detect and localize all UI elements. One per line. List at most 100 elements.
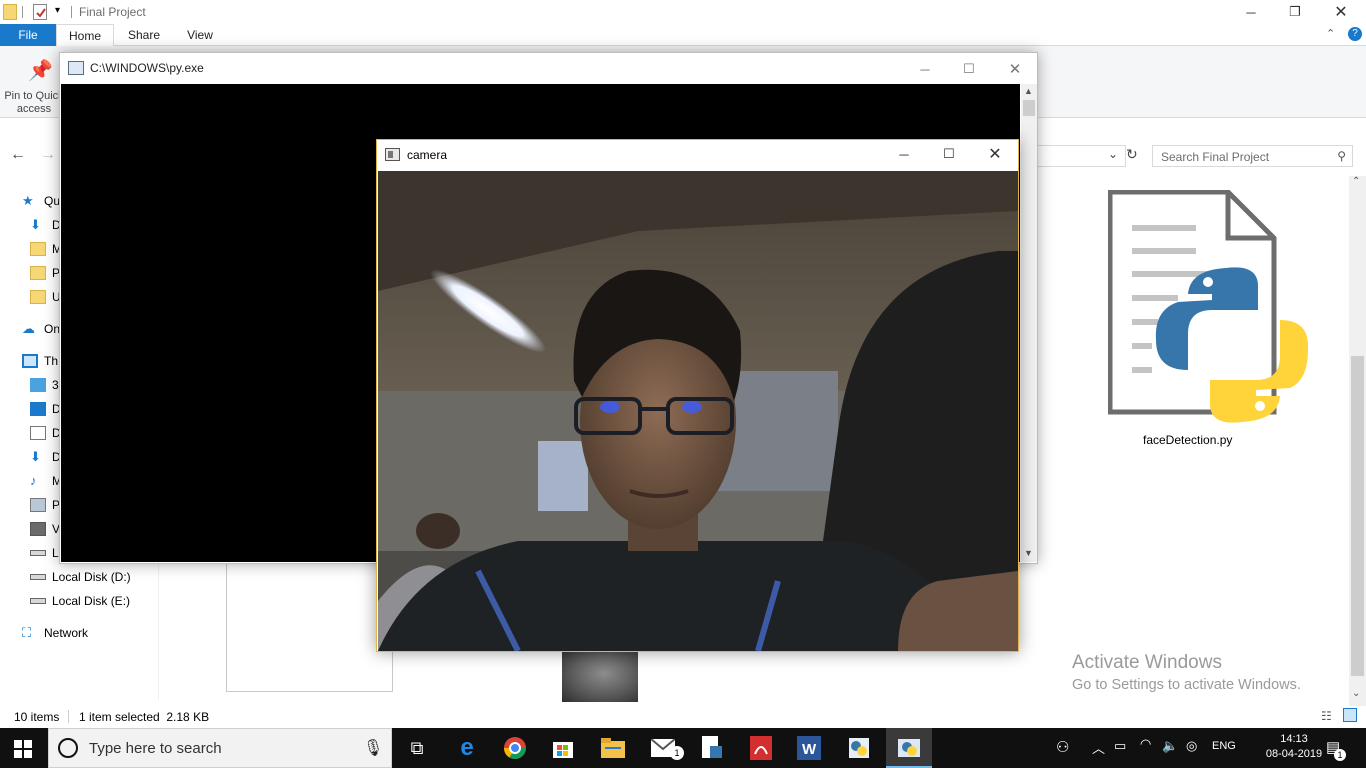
refresh-icon[interactable]: ↻ [1126,146,1138,163]
store-icon[interactable] [546,732,580,764]
qat-dropdown-icon[interactable]: ▾ [55,5,60,16]
folder-icon [3,4,17,20]
python-file-icon[interactable] [1107,189,1309,425]
nav-item-9[interactable]: D [30,422,61,444]
task-view-icon[interactable]: ⧉ [400,732,434,764]
edge-icon[interactable]: e [450,732,484,764]
forward-arrow-icon[interactable]: → [40,146,56,164]
camera-feed [378,171,1018,651]
window-title: Final Project [79,5,146,19]
nav-item-6[interactable]: Th [22,350,58,372]
camera-maximize-button[interactable]: ☐ [926,142,972,166]
chrome-icon[interactable] [498,732,532,764]
nav-item-13[interactable]: V [30,518,60,540]
nav-item-8[interactable]: D [30,398,61,420]
nav-item-label: Local Disk (E:) [52,594,131,608]
face-thumbnail[interactable] [562,650,638,702]
console-app-icon [68,61,84,75]
console-close-button[interactable]: ✕ [992,57,1038,81]
nav-item-label: Qu [44,194,61,208]
mail-icon[interactable]: 1 [646,732,684,764]
console-scroll-up-icon[interactable]: ▲ [1024,86,1033,96]
clock-date: 08-04-2019 [1265,748,1323,760]
image-thumbnail[interactable] [226,563,393,692]
clock[interactable]: 14:13 08-04-2019 [1264,732,1324,762]
people-icon[interactable]: ⚇ [1056,738,1069,756]
large-icons-view-icon[interactable] [1343,708,1357,722]
desktop-icon [30,402,46,416]
nav-item-12[interactable]: P [30,494,60,516]
back-arrow-icon[interactable]: ← [10,146,26,164]
input-language[interactable]: ENG [1212,740,1236,752]
taskbar-search-placeholder: Type here to search [89,740,222,757]
camera-close-button[interactable]: ✕ [972,142,1018,166]
camera-window[interactable]: camera ─ ☐ ✕ [376,139,1019,652]
notification-badge: 1 [1334,749,1346,761]
taskbar-search-box[interactable]: Type here to search 🎙 [48,728,392,768]
wifi-icon[interactable]: ◠ [1140,736,1151,752]
battery-icon[interactable]: ▭ [1114,738,1126,754]
onedrive-icon: ☁ [22,321,35,336]
tab-share[interactable]: Share [116,24,172,46]
microphone-icon[interactable]: 🎙 [363,738,383,758]
python-console-taskbar-button[interactable] [886,728,932,768]
drive-icon [30,598,46,604]
close-button[interactable]: ✕ [1318,0,1364,24]
scroll-down-icon[interactable]: ⌄ [1352,688,1360,699]
camera-app-icon [385,148,400,161]
nav-item-10[interactable]: ⬇ D [30,446,61,468]
nav-item-0[interactable]: ★ Qu [22,190,60,212]
console-scrollbar[interactable]: ▲ ▼ [1021,84,1037,562]
word-icon[interactable]: W [792,732,826,764]
tab-file[interactable]: File [0,24,56,46]
download-icon: ⬇ [30,217,41,232]
search-input[interactable]: Search Final Project ⚲ [1152,145,1353,167]
pin-icon[interactable]: 📌 [28,58,53,83]
collapse-ribbon-icon[interactable]: ⌃ [1326,27,1335,40]
console-scroll-down-icon[interactable]: ▼ [1024,548,1033,558]
nav-item-15[interactable]: Local Disk (D:) [30,566,131,588]
file-explorer-taskbar-icon[interactable] [596,732,630,764]
python-idle-icon[interactable] [842,732,876,764]
show-hidden-icons[interactable]: ︿ [1092,738,1105,757]
nav-item-14[interactable]: L [30,542,59,564]
tab-home[interactable]: Home [56,24,114,47]
windows-start-icon[interactable] [14,740,32,761]
file-name-label[interactable]: faceDetection.py [1143,433,1232,447]
details-view-icon[interactable]: ☷ [1321,709,1332,723]
tab-view[interactable]: View [174,24,226,46]
properties-icon[interactable] [33,4,47,20]
drive-icon [30,574,46,580]
restore-button[interactable]: ❐ [1272,0,1318,24]
console-scroll-thumb[interactable] [1023,100,1035,116]
nav-item-4[interactable]: U [30,286,61,308]
network-icon: ⛶ [22,625,32,640]
camera-minimize-button[interactable]: ─ [881,142,927,166]
nav-item-1[interactable]: ⬇ D [30,214,61,236]
scroll-up-icon[interactable]: ⌃ [1352,176,1360,187]
nav-item-label: On [44,322,61,336]
nav-item-5[interactable]: ☁ On [22,318,60,340]
acrobat-icon[interactable] [744,732,778,764]
address-dropdown-icon[interactable]: ⌄ [1108,147,1118,161]
help-icon[interactable]: ? [1348,27,1362,41]
scrollbar-thumb[interactable] [1351,356,1364,676]
pin-to-quick-access-button[interactable]: Pin to Quick access [4,90,64,116]
document-icon[interactable] [694,732,728,764]
3d-objects-icon [30,378,46,392]
volume-icon[interactable]: 🔈 [1162,738,1178,754]
nav-item-17[interactable]: ⛶ Network [22,622,88,644]
network-status-icon[interactable]: ◎ [1186,738,1197,754]
nav-item-label: Th [44,354,59,368]
status-divider [68,710,69,723]
console-maximize-button[interactable]: ☐ [946,57,992,81]
nav-item-2[interactable]: M [30,238,62,260]
minimize-button[interactable]: ─ [1228,0,1274,24]
nav-item-16[interactable]: Local Disk (E:) [30,590,130,612]
nav-item-3[interactable]: P [30,262,60,284]
nav-item-label: L [52,546,59,560]
nav-item-11[interactable]: ♪ M [30,470,62,492]
nav-item-7[interactable]: 3 [30,374,59,396]
camera-app-icon-inner [388,151,393,158]
console-minimize-button[interactable]: ─ [902,57,948,81]
